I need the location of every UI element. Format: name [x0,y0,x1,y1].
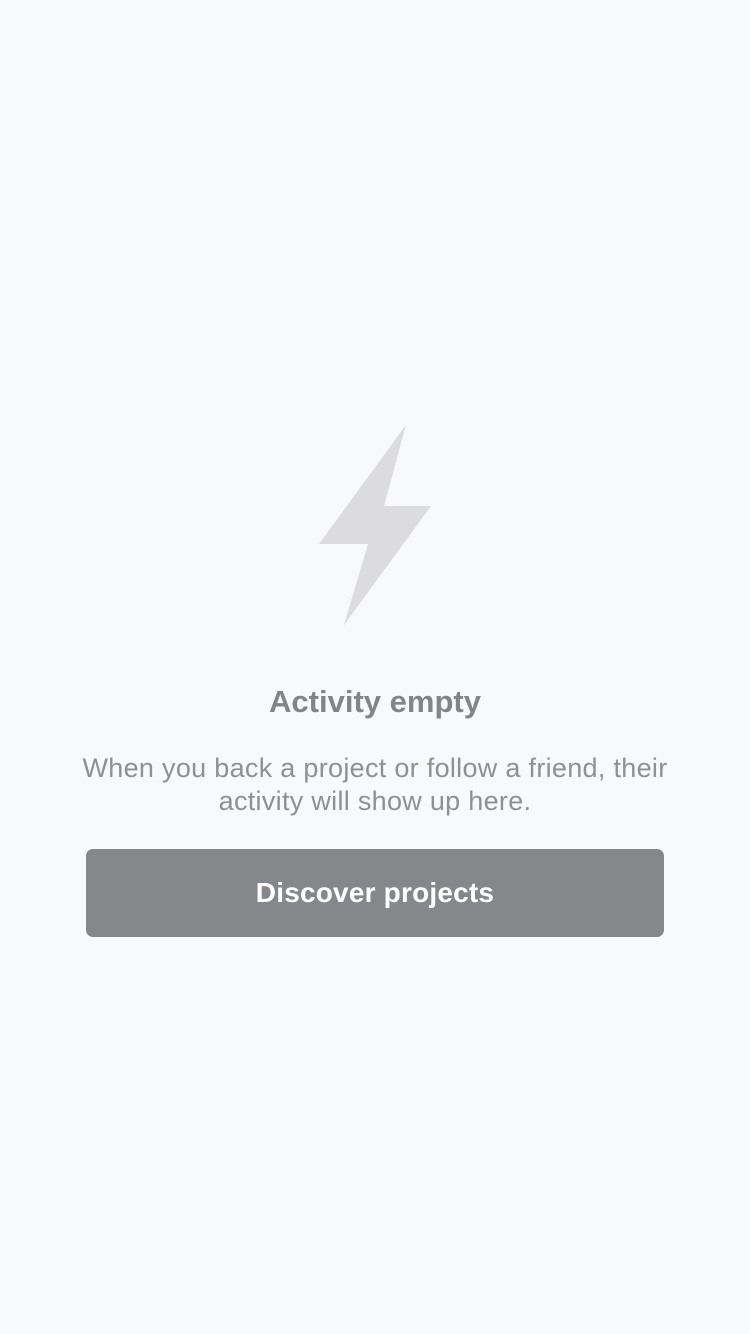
empty-state-title: Activity empty [269,684,481,719]
empty-state-message: When you back a project or follow a frie… [82,753,668,816]
activity-screen: Activity empty When you back a project o… [0,0,750,1334]
discover-projects-button[interactable]: Discover projects [86,849,664,937]
lightning-bolt-icon [319,425,431,625]
